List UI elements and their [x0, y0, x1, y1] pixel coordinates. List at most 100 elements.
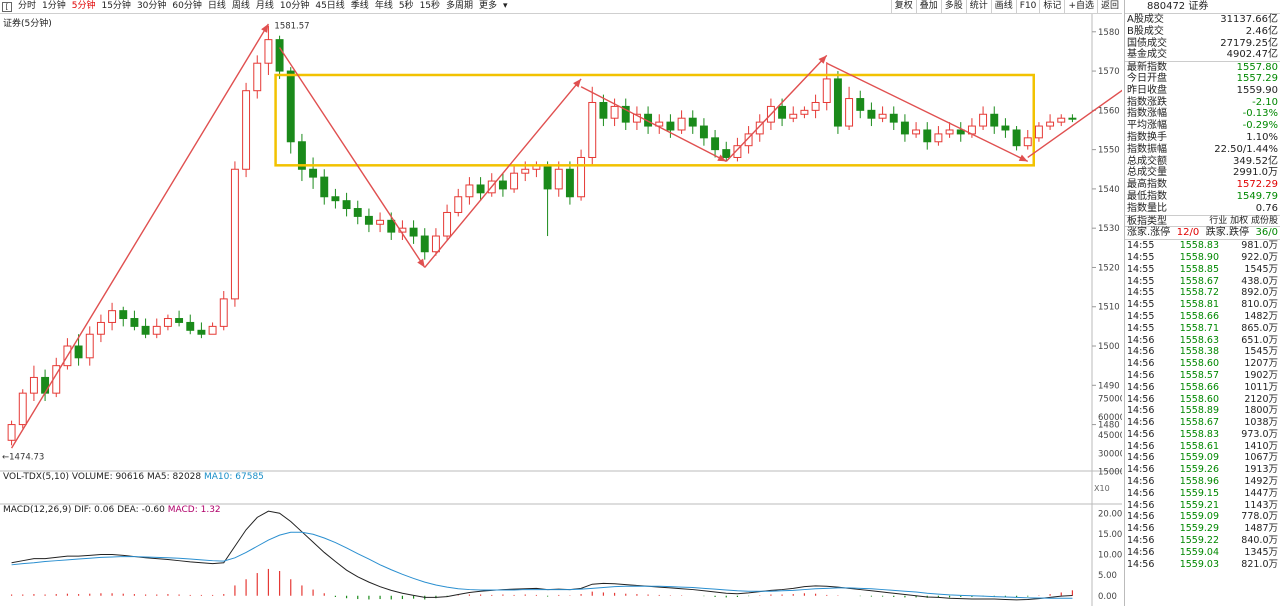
tick-table[interactable]: 14:55 1558.83 981.0万 14:55 1558.90 922.0万 14:5…: [1125, 239, 1280, 570]
period-tab[interactable]: 周线: [229, 0, 253, 13]
stat-label: 总成交量: [1127, 167, 1167, 179]
candle-body: [833, 78, 842, 127]
stat-value: 2991.0万: [1233, 167, 1278, 179]
candle-body: [96, 321, 105, 335]
tick-time: 14:56: [1127, 523, 1155, 535]
trend-arrow: [580, 86, 727, 163]
sector-type-value[interactable]: 行业 加权 成份股: [1209, 216, 1278, 227]
period-tab[interactable]: 多周期: [443, 0, 476, 13]
toolbar-button[interactable]: 统计: [965, 0, 991, 14]
stat-row: 总成交量 2991.0万: [1125, 167, 1280, 179]
tick-price: 1559.03: [1179, 558, 1219, 570]
candle-body: [431, 235, 440, 253]
volume-ma10-label: MA10: 67585: [204, 472, 264, 482]
stat-value: 1559.90: [1236, 84, 1278, 96]
tick-time: 14:56: [1127, 393, 1155, 405]
chart-title: 证券(5分钟): [3, 19, 52, 29]
tick-row: 14:56 1559.04 1345万: [1125, 547, 1280, 559]
fall-value: 36/0: [1255, 227, 1278, 239]
tick-price: 1558.66: [1179, 310, 1219, 322]
candle-body: [990, 113, 999, 127]
candle-body: [666, 121, 675, 131]
candle-body: [867, 109, 876, 119]
period-tab[interactable]: 60分钟: [169, 0, 204, 13]
stat-value: 1.10%: [1246, 131, 1278, 143]
tick-row: 14:55 1558.72 892.0万: [1125, 287, 1280, 299]
stat-value: 1557.80: [1236, 62, 1278, 74]
period-tab[interactable]: 季线: [348, 0, 372, 13]
stat-value: 2.46亿: [1245, 25, 1278, 37]
tick-price: 1559.15: [1179, 487, 1219, 499]
candle-body: [242, 90, 251, 170]
tick-time: 14:56: [1127, 358, 1155, 370]
stat-row: 最低指数 1549.79: [1125, 191, 1280, 203]
candle-body: [286, 70, 295, 143]
candle-body: [309, 168, 318, 178]
volume-header-label: VOL-TDX(5,10) VOLUME: 90616 MA5: 82028: [3, 472, 202, 482]
stat-label: 指数量比: [1127, 202, 1167, 214]
stat-row: 指数量比 0.76: [1125, 203, 1280, 215]
period-tab[interactable]: 月线: [253, 0, 277, 13]
toolbar-button[interactable]: 多股: [940, 0, 966, 14]
tick-time: 14:56: [1127, 369, 1155, 381]
toolbar-button[interactable]: F10: [1015, 0, 1040, 14]
period-tab[interactable]: 更多: [476, 0, 500, 13]
period-tab[interactable]: 日线: [205, 0, 229, 13]
tick-price: 1558.72: [1179, 287, 1219, 299]
period-tab[interactable]: 15秒: [417, 0, 443, 13]
period-tab[interactable]: 分时: [15, 0, 39, 13]
candle-body: [454, 196, 463, 213]
tick-row: 14:55 1558.66 1482万: [1125, 311, 1280, 323]
period-tab[interactable]: 15分钟: [98, 0, 133, 13]
price-tick-label: 1520: [1098, 263, 1120, 273]
toolbar-button[interactable]: 画线: [990, 0, 1016, 14]
candle-body: [208, 325, 217, 335]
chevron-down-icon[interactable]: ▾: [500, 0, 511, 13]
trend-arrow: [1027, 89, 1122, 159]
toolbar-button[interactable]: 复权: [890, 0, 916, 14]
candle-body: [119, 310, 128, 320]
tick-row: 14:56 1558.63 651.0万: [1125, 335, 1280, 347]
stat-label: 国债成交: [1127, 37, 1167, 49]
sector-type-label: 板指类型: [1127, 215, 1167, 227]
high-label: 1581.57: [274, 22, 309, 32]
candle-body: [476, 184, 485, 194]
tick-row: 14:56 1558.57 1902万: [1125, 370, 1280, 382]
tick-price: 1559.26: [1179, 464, 1219, 476]
toolbar-button[interactable]: +自选: [1064, 0, 1097, 14]
candle-body: [588, 101, 597, 158]
period-tab[interactable]: 5分钟: [69, 0, 99, 13]
tick-price: 1559.09: [1179, 452, 1219, 464]
rise-label: 涨家.涨停: [1127, 227, 1171, 239]
candle-body: [1057, 117, 1066, 123]
tick-vol: 651.0万: [1241, 334, 1278, 346]
chart-area[interactable]: 1580 1570 1560 1550 1540 1530 1520 1510 1500 1490…: [0, 14, 1122, 606]
tick-vol: 438.0万: [1241, 275, 1278, 287]
stat-label: 总成交额: [1127, 155, 1167, 167]
panel-header: 880472 证券: [1125, 0, 1280, 14]
period-tab[interactable]: 1分钟: [39, 0, 69, 13]
tick-time: 14:56: [1127, 511, 1155, 523]
period-tab[interactable]: 45日线: [312, 0, 347, 13]
candle-body: [29, 376, 38, 394]
toolbar-button[interactable]: 标记: [1039, 0, 1064, 14]
toolbar-button[interactable]: 叠加: [915, 0, 941, 14]
chart-canvas[interactable]: 1580 1570 1560 1550 1540 1530 1520 1510 1500 1490…: [0, 14, 1122, 606]
tick-vol: 778.0万: [1241, 511, 1278, 523]
tick-row: 14:56 1558.38 1545万: [1125, 346, 1280, 358]
macd-value-label: MACD: 1.32: [167, 505, 221, 515]
period-tab[interactable]: 5秒: [396, 0, 417, 13]
period-tab[interactable]: 30分钟: [134, 0, 169, 13]
candle-body: [889, 113, 898, 123]
candle-body: [923, 129, 932, 143]
period-tab[interactable]: 年线: [372, 0, 396, 13]
panel-toggle-icon[interactable]: [: [2, 1, 12, 12]
tick-time: 14:56: [1127, 381, 1155, 393]
toolbar-button[interactable]: 返回: [1096, 0, 1122, 14]
tick-time: 14:56: [1127, 558, 1155, 570]
tick-price: 1559.09: [1179, 511, 1219, 523]
period-tab[interactable]: 10分钟: [277, 0, 312, 13]
tick-row: 14:56 1558.96 1492万: [1125, 476, 1280, 488]
tick-price: 1558.61: [1179, 440, 1219, 452]
macd-tick-label: 15.00: [1098, 530, 1122, 540]
